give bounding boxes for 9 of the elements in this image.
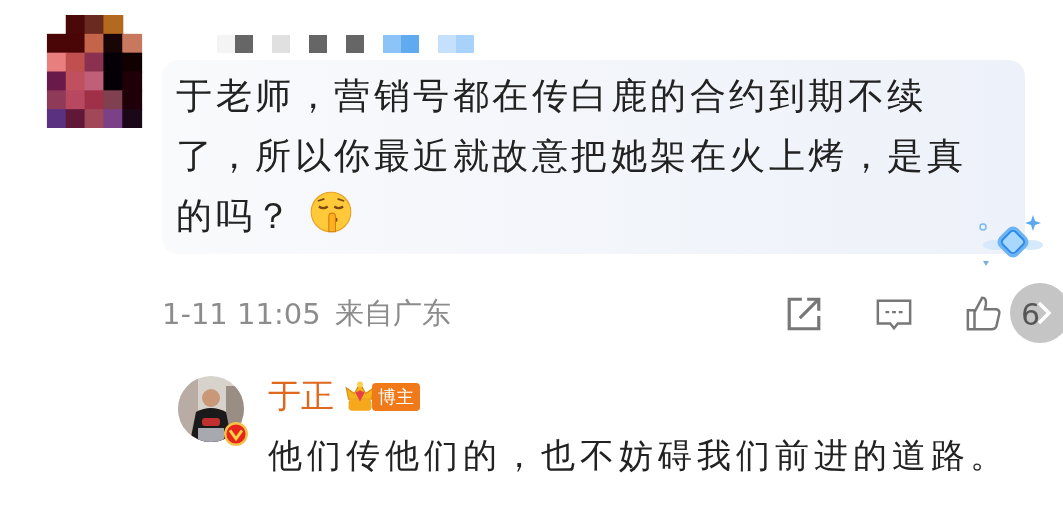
comment-location: 来自广东: [334, 295, 451, 332]
author-name[interactable]: 于正: [268, 374, 334, 419]
comment-time: 1-11 11:05: [162, 297, 321, 331]
next-button[interactable]: [1010, 283, 1063, 343]
comment-text: 于老师，营销号都在传白鹿的合约到期不续了，所以你最近就故意把她架在火上烤，是真的吗？: [176, 74, 967, 238]
reply-text: 他们传他们的，也不妨碍我们前进的道路。: [268, 434, 1009, 477]
thumbs-up-icon[interactable]: [964, 295, 1003, 333]
shushing-emoji-icon: [308, 190, 353, 234]
like-count: 6: [1020, 296, 1040, 332]
